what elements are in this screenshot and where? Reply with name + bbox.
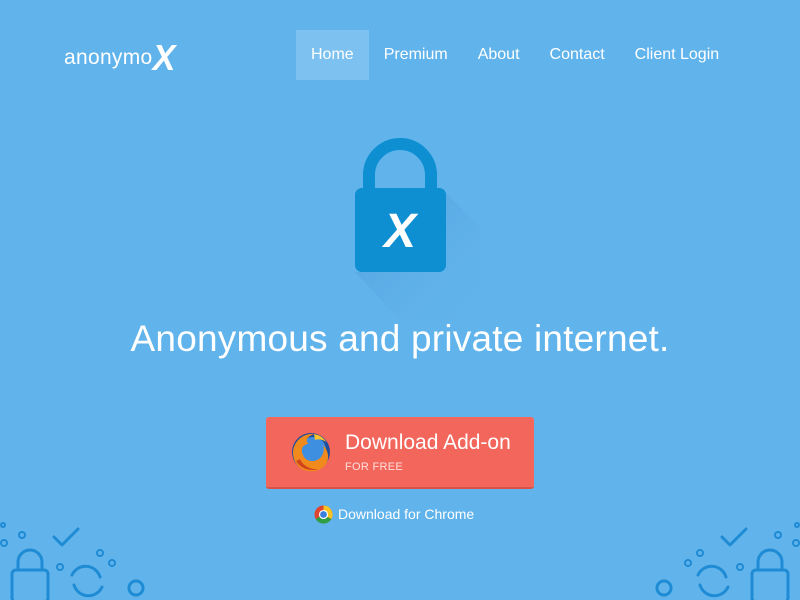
open-lock-icon-right (756, 548, 784, 572)
sync-icon (70, 564, 104, 598)
checkmark-icon (52, 527, 80, 547)
landing-page: anonymo X Home Premium About Contact Cli… (0, 0, 800, 600)
download-chrome-label: Download for Chrome (338, 506, 475, 522)
hero-lock-icon: X (340, 130, 500, 330)
hero-headline: Anonymous and private internet. (130, 318, 670, 359)
lock-shackle (363, 138, 437, 194)
main-nav: Home Premium About Contact Client Login (296, 30, 734, 80)
nav-item-about[interactable]: About (463, 30, 535, 80)
download-chrome-link[interactable]: Download for Chrome (314, 503, 474, 525)
lock-body-deco (10, 568, 50, 600)
chrome-icon (314, 504, 333, 524)
lock-x-mark: X (381, 205, 419, 258)
download-addon-button[interactable]: Download Add-on FOR FREE (266, 417, 534, 489)
lock-icon: X (355, 138, 480, 320)
brand-x-mark: X (152, 37, 175, 78)
nav-item-home[interactable]: Home (296, 30, 369, 80)
decoration-left (0, 522, 145, 600)
decoration-right (655, 522, 800, 600)
brand-logo[interactable]: anonymo X (64, 36, 176, 76)
brand-name: anonymo (64, 46, 153, 69)
nav-item-contact[interactable]: Contact (535, 30, 620, 80)
sync-icon-right (696, 564, 730, 598)
gear-icon-right (655, 579, 673, 597)
nav-item-client-login[interactable]: Client Login (620, 30, 735, 80)
firefox-icon (292, 433, 330, 472)
open-lock-icon (16, 548, 44, 572)
download-addon-title: Download Add-on (345, 431, 511, 454)
lock-body-deco-right (750, 568, 790, 600)
gear-icon (127, 579, 145, 597)
download-addon-subtitle: FOR FREE (345, 461, 404, 473)
checkmark-icon-right (720, 527, 748, 547)
nav-item-premium[interactable]: Premium (369, 30, 463, 80)
